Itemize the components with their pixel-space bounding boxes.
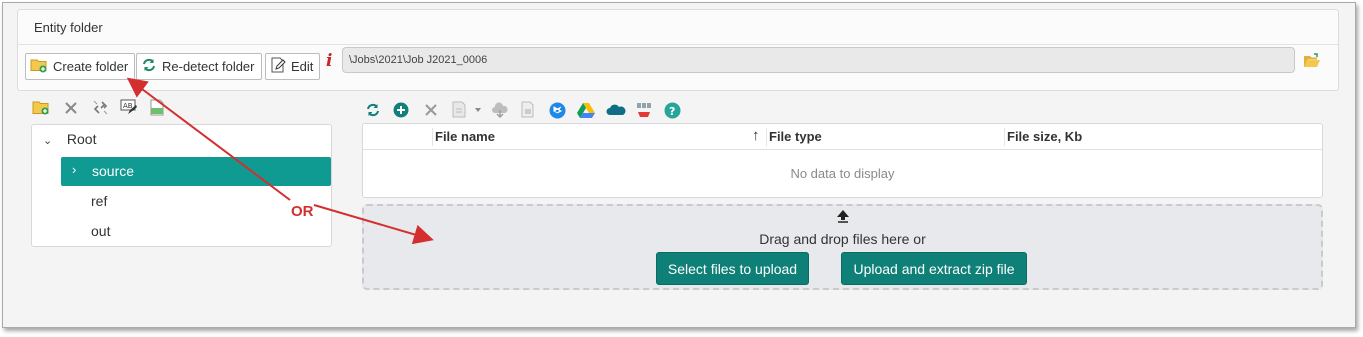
svg-text:AB: AB — [123, 102, 133, 110]
help-icon[interactable]: ? — [664, 102, 681, 122]
column-divider — [1004, 128, 1005, 146]
grid-header: File name ↑ File type File size, Kb — [363, 124, 1322, 150]
tree-item-out[interactable]: out — [91, 223, 110, 239]
divider — [18, 44, 1338, 45]
drop-instructions: Drag and drop files here or — [759, 231, 926, 247]
chevron-right-icon: › — [72, 162, 77, 177]
create-folder-button[interactable]: Create folder — [25, 53, 136, 80]
zip-icon[interactable] — [149, 99, 166, 119]
sort-arrow-icon[interactable]: ↑ — [752, 127, 760, 144]
tree-root-label: Root — [66, 131, 97, 147]
or-annotation: OR — [291, 203, 314, 220]
panel-title: Entity folder — [34, 20, 103, 35]
empty-message: No data to display — [790, 166, 895, 181]
chevron-down-icon: ⌄ — [43, 135, 53, 147]
create-folder-label: Create folder — [53, 59, 129, 74]
window-frame: Entity folder Create folder Re-detect fo… — [2, 2, 1356, 328]
edit-button[interactable]: Edit — [265, 53, 321, 80]
redetect-folder-label: Re-detect folder — [162, 59, 255, 74]
dropbox-icon[interactable] — [549, 102, 566, 122]
column-file-name[interactable]: File name — [435, 129, 495, 144]
tree-root[interactable]: ⌄ Root — [43, 131, 96, 147]
folder-tree: ⌄ Root › source ref out — [31, 124, 332, 247]
upload-icon — [835, 209, 851, 228]
add-folder-icon[interactable] — [32, 98, 50, 119]
tree-item-label: out — [91, 223, 111, 239]
tree-item-ref[interactable]: ref — [91, 193, 107, 209]
info-icon[interactable]: i — [326, 51, 332, 71]
tree-item-label: ref — [91, 193, 108, 209]
google-drive-icon[interactable] — [577, 102, 595, 121]
refresh-icon[interactable] — [365, 102, 381, 121]
redetect-folder-button[interactable]: Re-detect folder — [136, 53, 262, 80]
rename-icon[interactable]: AB — [120, 99, 138, 119]
cloud-download-icon[interactable] — [491, 102, 509, 121]
file-grid: File name ↑ File type File size, Kb No d… — [362, 123, 1323, 198]
unlink-icon[interactable] — [92, 99, 109, 119]
refresh-icon — [141, 57, 157, 76]
import-icon[interactable] — [635, 101, 653, 122]
remove-icon[interactable] — [423, 102, 439, 121]
delete-icon[interactable] — [63, 100, 79, 119]
open-folder-icon[interactable] — [1303, 53, 1321, 72]
folder-add-icon — [30, 57, 48, 76]
upload-drop-zone[interactable]: Drag and drop files here or Select files… — [362, 204, 1323, 290]
column-file-type[interactable]: File type — [769, 129, 822, 144]
column-divider — [432, 128, 433, 146]
upload-zip-button[interactable]: Upload and extract zip file — [841, 252, 1027, 285]
scan-document-icon[interactable] — [520, 101, 536, 121]
edit-icon — [270, 57, 286, 76]
folder-path-field[interactable]: \Jobs\2021\Job J2021_0006 — [342, 47, 1295, 73]
select-files-button[interactable]: Select files to upload — [656, 252, 809, 285]
column-divider — [766, 128, 767, 146]
tree-item-source[interactable]: › source — [61, 157, 331, 186]
tree-item-label: source — [92, 163, 135, 179]
document-dropdown-icon[interactable] — [451, 101, 485, 121]
add-icon[interactable] — [393, 102, 409, 121]
svg-text:?: ? — [669, 105, 675, 118]
onedrive-icon[interactable] — [606, 103, 626, 120]
column-file-size[interactable]: File size, Kb — [1007, 129, 1082, 144]
edit-label: Edit — [291, 59, 314, 74]
